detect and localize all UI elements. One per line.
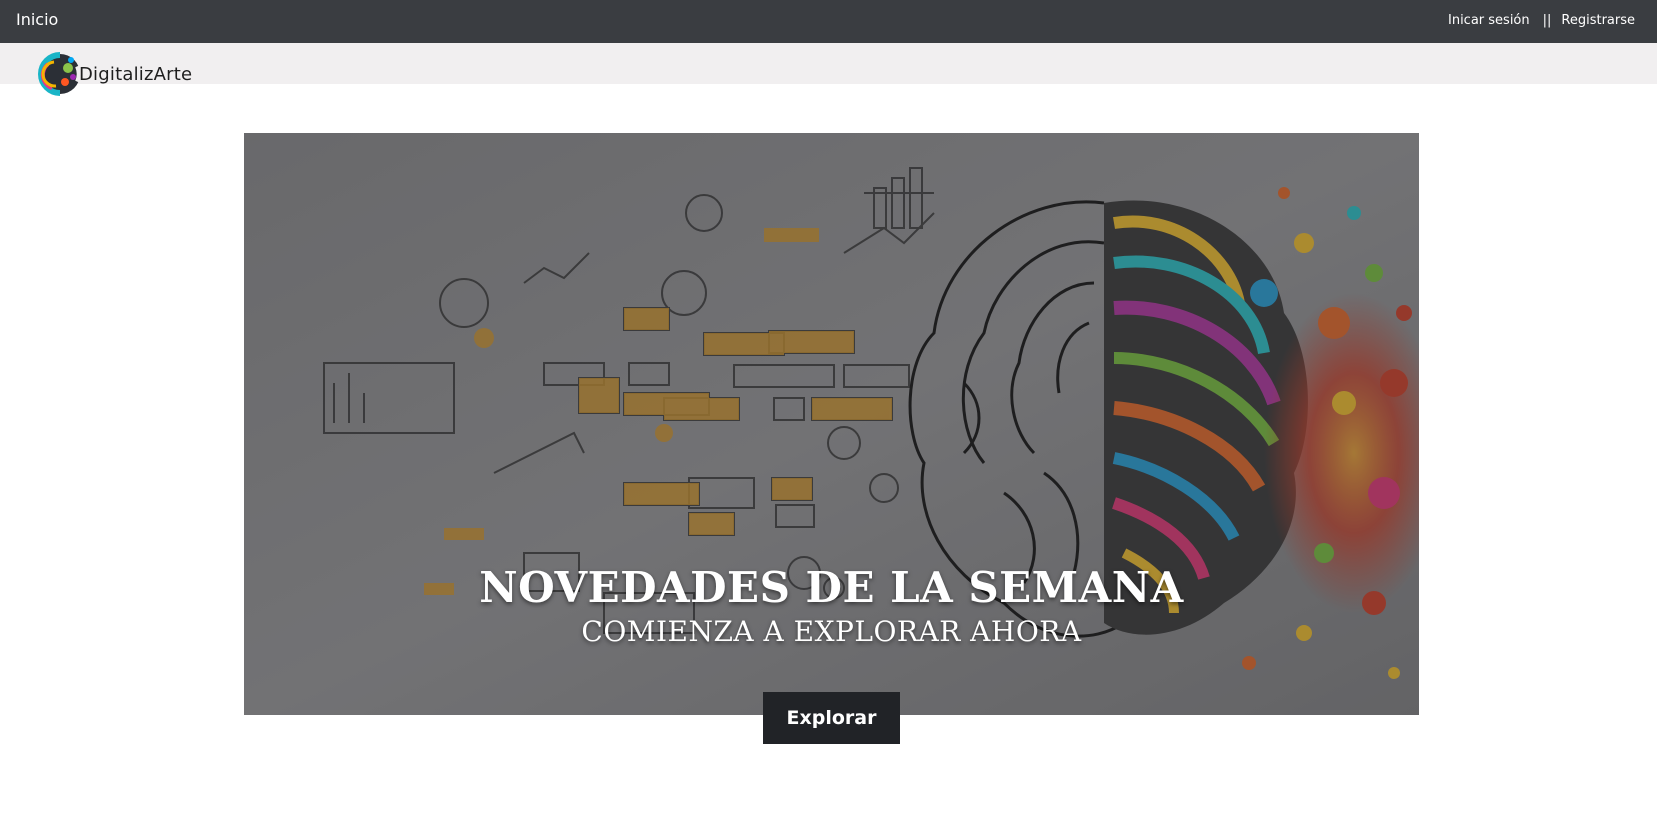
hero-title: NOVEDADES DE LA SEMANA [479,563,1184,612]
logo-strip: DigitalizArte [0,43,1657,96]
explore-button[interactable]: Explorar [763,692,900,744]
auth-links: Inicar sesión || Registrarse [1448,13,1635,28]
auth-separator: || [1542,13,1552,28]
hero-subtitle: COMIENZA A EXPLORAR AHORA [581,615,1082,648]
hero-banner: NOVEDADES DE LA SEMANA COMIENZA A EXPLOR… [244,133,1419,715]
home-link[interactable]: Inicio [16,10,58,29]
top-navbar: Inicio Inicar sesión || Registrarse [0,0,1657,43]
site-logo[interactable]: DigitalizArte [38,51,192,96]
logo-wordmark: DigitalizArte [79,64,193,85]
logo-emblem-icon [38,51,83,96]
login-link[interactable]: Inicar sesión [1448,13,1530,28]
register-link[interactable]: Registrarse [1561,13,1635,28]
